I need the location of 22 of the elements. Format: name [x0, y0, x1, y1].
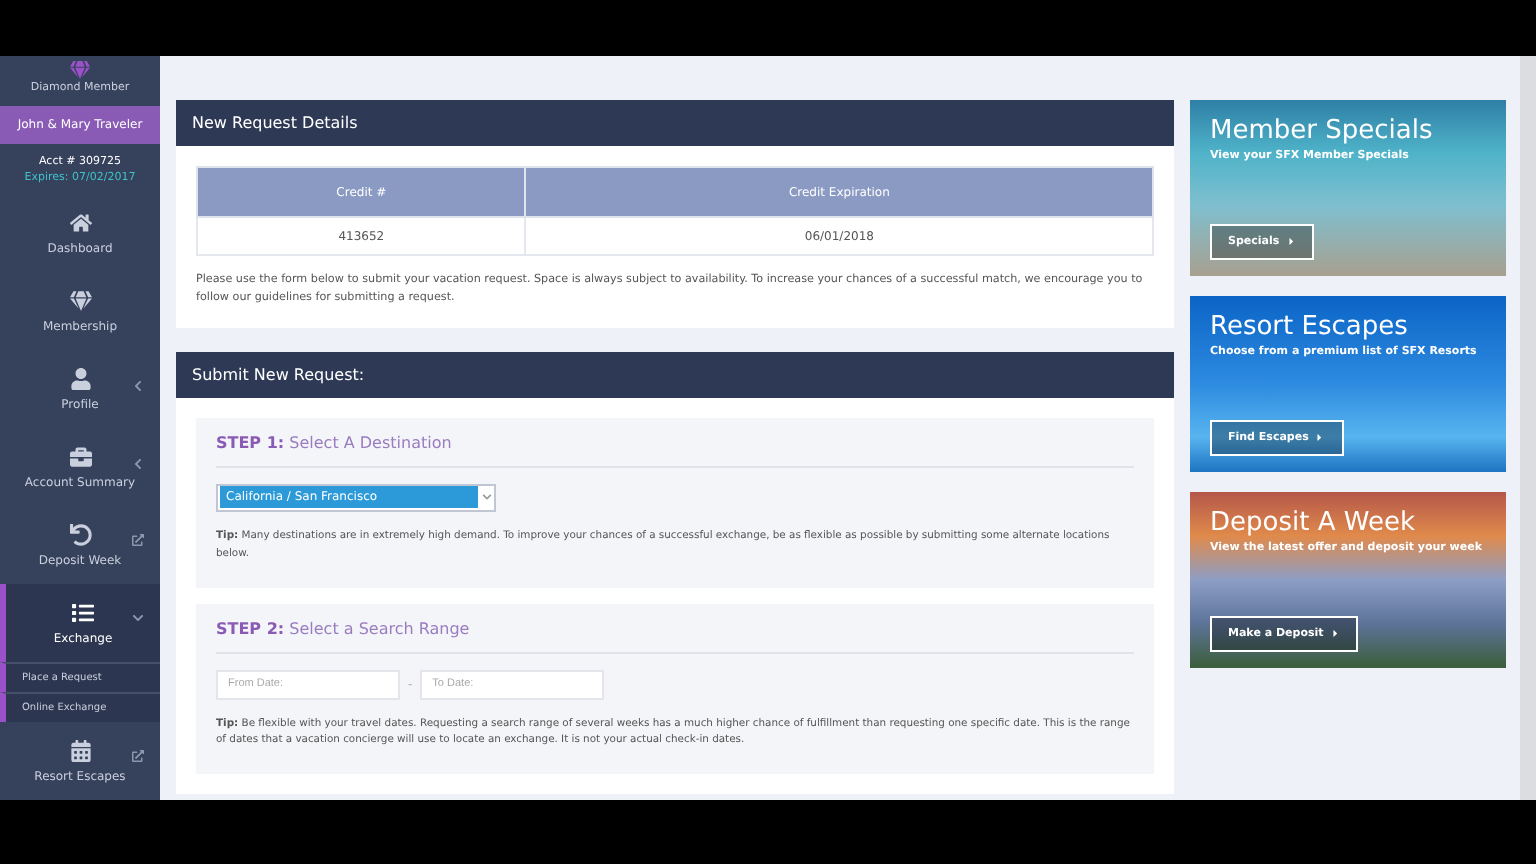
promo-title: Resort Escapes	[1210, 312, 1410, 342]
briefcase-icon	[69, 446, 91, 468]
diamond-icon	[70, 60, 90, 80]
promo-title: Member Specials	[1210, 116, 1435, 146]
external-link-icon	[132, 534, 144, 547]
person-icon	[69, 368, 91, 391]
step-heading: STEP 2: Select a Search Range	[216, 619, 1134, 654]
panel-title: Submit New Request:	[176, 351, 1174, 398]
scrollbar[interactable]	[1520, 56, 1536, 800]
panel-title: New Request Details	[176, 100, 1174, 146]
caret-icon	[1314, 432, 1326, 444]
promo-title: Deposit A Week	[1210, 508, 1417, 538]
diamond-icon	[69, 290, 91, 313]
external-link-icon	[132, 750, 144, 763]
caret-icon	[1285, 236, 1297, 248]
chevron-down-icon	[482, 492, 492, 503]
step-heading: STEP 1: Select A Destination	[216, 433, 1134, 468]
home-icon	[69, 212, 91, 235]
list-icon	[72, 601, 94, 624]
undo-icon	[69, 523, 91, 546]
calendar-icon	[69, 739, 91, 762]
caret-icon	[1329, 628, 1341, 640]
